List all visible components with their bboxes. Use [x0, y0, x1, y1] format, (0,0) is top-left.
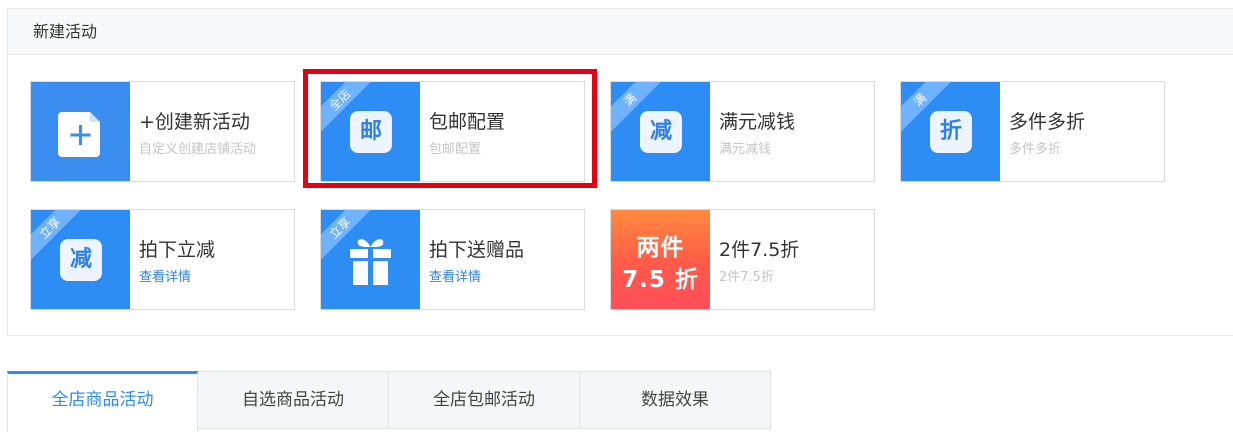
full-reduction-card[interactable]: 满 减 满元减钱 满元减钱 — [610, 81, 875, 182]
card-thumbnail: 两件 7.5 折 — [611, 210, 710, 309]
card-subtitle: 满元减钱 — [719, 142, 772, 157]
card-thumbnail — [31, 82, 130, 181]
card-title: +创建新活动 — [139, 111, 250, 133]
add-document-icon — [58, 112, 100, 157]
create-activity-card[interactable]: +创建新活动 自定义创建店铺活动 — [30, 81, 295, 182]
card-title: 多件多折 — [1009, 111, 1086, 133]
section-title: 新建活动 — [8, 9, 1233, 55]
discount-icon: 折 — [930, 111, 972, 153]
reduction-icon: 减 — [60, 239, 102, 281]
card-title: 2件7.5折 — [719, 239, 800, 261]
card-subtitle: 包邮配置 — [429, 142, 482, 157]
tab-store-product-activity[interactable]: 全店商品活动 — [7, 371, 198, 432]
new-activity-panel: 新建活动 +创建新活动 自定义创建店铺活动 全店 邮 包邮配置 包邮配置 满 减… — [7, 8, 1233, 336]
card-thumbnail: 立享 减 — [31, 210, 130, 309]
card-title: 满元减钱 — [719, 111, 796, 133]
card-thumbnail: 满 折 — [901, 82, 1000, 181]
activity-tabs: 全店商品活动 自选商品活动 全店包邮活动 数据效果 — [7, 371, 771, 432]
tab-selected-product-activity[interactable]: 自选商品活动 — [198, 371, 389, 429]
two-items-discount-card[interactable]: 两件 7.5 折 2件7.5折 2件7.5折 — [610, 209, 875, 310]
instant-reduction-card[interactable]: 立享 减 拍下立减 查看详情 — [30, 209, 295, 310]
card-title: 拍下立减 — [139, 239, 216, 261]
card-thumbnail: 全店 邮 — [321, 82, 420, 181]
free-shipping-card[interactable]: 全店 邮 包邮配置 包邮配置 — [320, 81, 585, 182]
card-title: 包邮配置 — [429, 111, 506, 133]
tab-data-effect[interactable]: 数据效果 — [580, 371, 771, 429]
card-subtitle: 多件多折 — [1009, 142, 1062, 157]
shipping-icon: 邮 — [350, 111, 392, 153]
promo-line-2: 7.5 折 — [622, 267, 699, 293]
tab-store-free-shipping[interactable]: 全店包邮活动 — [389, 371, 580, 429]
card-title: 拍下送赠品 — [429, 239, 525, 261]
reduction-icon: 减 — [640, 111, 682, 153]
view-details-link[interactable]: 查看详情 — [429, 266, 481, 285]
card-thumbnail: 立享 — [321, 210, 420, 309]
free-gift-card[interactable]: 立享 拍下送赠品 查看详情 — [320, 209, 585, 310]
card-subtitle: 2件7.5折 — [719, 270, 774, 285]
card-thumbnail: 满 减 — [611, 82, 710, 181]
promo-line-1: 两件 — [636, 235, 685, 261]
multi-discount-card[interactable]: 满 折 多件多折 多件多折 — [900, 81, 1165, 182]
card-subtitle: 自定义创建店铺活动 — [139, 142, 257, 157]
gift-icon — [350, 239, 391, 285]
view-details-link[interactable]: 查看详情 — [139, 266, 191, 285]
